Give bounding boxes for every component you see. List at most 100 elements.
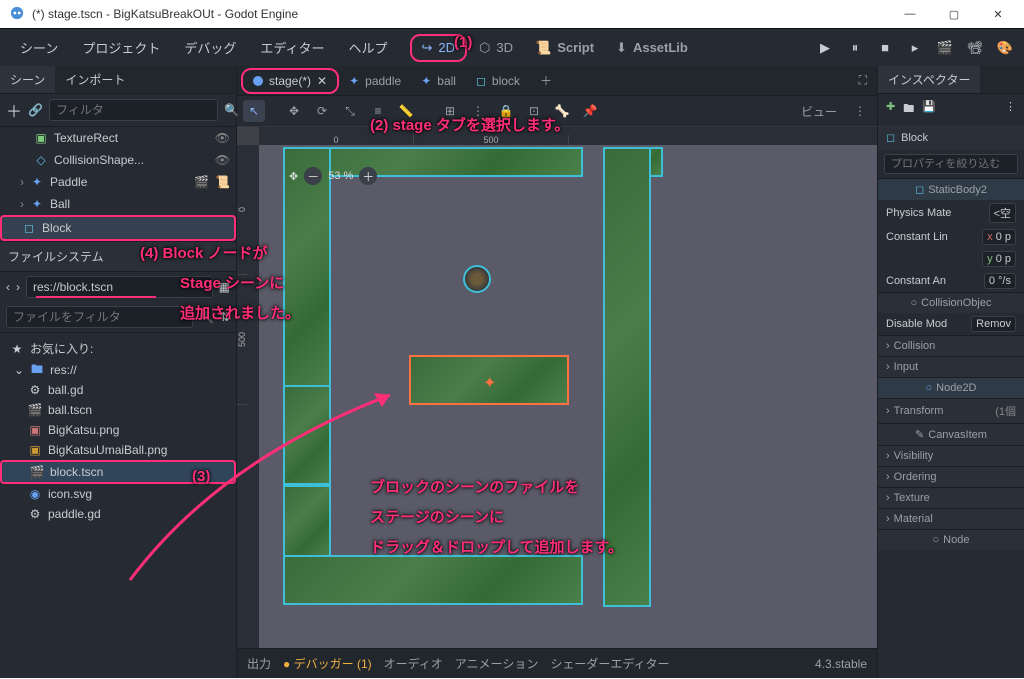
- fs-icon-svg[interactable]: ◉icon.svg: [0, 484, 236, 504]
- tab-inspector[interactable]: インスペクター: [878, 66, 980, 93]
- zoom-out-button[interactable]: －: [304, 167, 322, 185]
- instance-icon[interactable]: 🎬: [194, 175, 209, 189]
- link-icon[interactable]: 🔗: [28, 103, 43, 117]
- scenetab-stage[interactable]: stage(*)✕: [241, 68, 339, 94]
- bottom-shader[interactable]: シェーダーエディター: [550, 655, 669, 672]
- group-ordering[interactable]: ›Ordering: [878, 466, 1024, 487]
- node-block[interactable]: ◻ Block: [0, 215, 236, 241]
- group-button[interactable]: ⊡: [523, 100, 545, 122]
- visibility-icon[interactable]: 👁: [215, 131, 230, 145]
- node-paddle[interactable]: › ✦ Paddle 🎬 📜: [0, 171, 236, 193]
- close-tab-icon[interactable]: ✕: [317, 74, 327, 88]
- 2d-icon: ↪: [422, 40, 433, 56]
- bottom-debugger[interactable]: ● デバッガー (1): [283, 655, 372, 672]
- center-view-icon[interactable]: ✥: [289, 170, 298, 183]
- fs-favorites[interactable]: ★お気に入り:: [0, 337, 236, 360]
- node-texturerect[interactable]: ▣ TextureRect 👁: [0, 127, 236, 149]
- fs-bigkatsu-png[interactable]: ▣BigKatsu.png: [0, 420, 236, 440]
- menu-debug[interactable]: デバッグ: [172, 34, 248, 61]
- fs-block-tscn[interactable]: 🎬block.tscn: [0, 460, 236, 484]
- script-icon[interactable]: 📜: [215, 175, 230, 189]
- nav-fwd-button[interactable]: ›: [16, 280, 20, 294]
- scenetab-ball[interactable]: ✦ball: [411, 70, 466, 92]
- remote-button[interactable]: ▸: [904, 37, 926, 59]
- menu-help[interactable]: ヘルプ: [336, 34, 399, 61]
- staticbody-icon: ◻: [476, 74, 486, 88]
- grid-view-icon[interactable]: ▦: [219, 280, 230, 294]
- close-button[interactable]: ✕: [976, 0, 1020, 28]
- workspace-script[interactable]: 📜 Script: [525, 36, 604, 60]
- save-icon[interactable]: 💾: [922, 100, 936, 119]
- pin-button[interactable]: 📌: [579, 100, 601, 122]
- filesystem-path-input[interactable]: [26, 276, 213, 298]
- filesystem-filter-input[interactable]: [6, 306, 193, 328]
- inspector-filter-input[interactable]: [884, 154, 1018, 174]
- workspace-2d[interactable]: ↪ 2D: [410, 34, 468, 62]
- rotate-tool[interactable]: ⟳: [311, 100, 333, 122]
- select-tool[interactable]: ↖: [243, 100, 265, 122]
- workspace-assetlib[interactable]: ⬇ AssetLib: [606, 36, 698, 60]
- tab-import[interactable]: インポート: [55, 66, 135, 93]
- node-collisionshape[interactable]: ◇ CollisionShape... 👁: [0, 149, 236, 171]
- group-visibility[interactable]: ›Visibility: [878, 445, 1024, 466]
- move-tool[interactable]: ✥: [283, 100, 305, 122]
- chevron-right-icon: ›: [20, 197, 24, 211]
- distraction-free-button[interactable]: ⛶: [849, 69, 877, 92]
- new-tab-button[interactable]: ＋: [530, 68, 562, 93]
- group-material[interactable]: ›Material: [878, 508, 1024, 529]
- menu-editor[interactable]: エディター: [248, 34, 336, 61]
- movie-button[interactable]: 📽: [964, 37, 986, 59]
- group-input[interactable]: ›Input: [878, 356, 1024, 377]
- version-label: 4.3.stable: [815, 657, 867, 671]
- bottom-output[interactable]: 出力: [247, 655, 271, 672]
- nav-back-button[interactable]: ‹: [6, 280, 10, 294]
- lock-button[interactable]: 🔒: [495, 100, 517, 122]
- bone-button[interactable]: 🦴: [551, 100, 573, 122]
- extra-icon[interactable]: ⋮: [1005, 100, 1016, 119]
- visibility-icon[interactable]: 👁: [215, 153, 230, 167]
- fs-ball-gd[interactable]: ⚙ball.gd: [0, 380, 236, 400]
- tab-scene[interactable]: シーン: [0, 66, 55, 93]
- group-texture[interactable]: ›Texture: [878, 487, 1024, 508]
- menu-scene[interactable]: シーン: [8, 34, 70, 61]
- scene-tree: ▣ TextureRect 👁 ◇ CollisionShape... 👁 › …: [0, 127, 236, 241]
- scenetab-block[interactable]: ◻block: [466, 70, 530, 92]
- maximize-button[interactable]: ▢: [932, 0, 976, 28]
- add-node-button[interactable]: ＋: [6, 98, 22, 122]
- menu-project[interactable]: プロジェクト: [70, 34, 172, 61]
- ball-preview: [463, 265, 491, 293]
- pivot-icon: ✦: [483, 373, 496, 393]
- sort-icon[interactable]: ⇅: [220, 310, 230, 324]
- bottom-anim[interactable]: アニメーション: [455, 655, 539, 672]
- zoom-in-button[interactable]: ＋: [359, 167, 377, 185]
- fs-paddle-gd[interactable]: ⚙paddle.gd: [0, 504, 236, 524]
- viewport-2d[interactable]: 0 500 0 500: [237, 127, 877, 648]
- fs-bigkatsuumai-png[interactable]: ▣BigKatsuUmaiBall.png: [0, 440, 236, 460]
- group-transform[interactable]: ›Transform(1個: [878, 398, 1024, 423]
- group-collision[interactable]: ›Collision: [878, 335, 1024, 356]
- fs-root[interactable]: ⌄🖿res://: [0, 360, 236, 380]
- scene-filter-input[interactable]: [49, 99, 218, 121]
- open-icon[interactable]: 🖿: [903, 100, 914, 119]
- view-dots[interactable]: ⋮: [849, 100, 871, 122]
- stop-button[interactable]: ■: [874, 37, 896, 59]
- workspace-3d[interactable]: ⬡ 3D: [469, 36, 523, 60]
- list-tool[interactable]: ≡: [367, 100, 389, 122]
- new-resource-icon[interactable]: ✚: [886, 100, 895, 119]
- scale-tool[interactable]: ⤡: [339, 100, 361, 122]
- snap-toggle[interactable]: ⊞: [439, 100, 461, 122]
- fs-ball-tscn[interactable]: 🎬ball.tscn: [0, 400, 236, 420]
- bottom-audio[interactable]: オーディオ: [384, 655, 443, 672]
- view-menu[interactable]: ビュー: [795, 100, 843, 122]
- node-ball[interactable]: › ✦ Ball: [0, 193, 236, 215]
- scenetab-paddle[interactable]: ✦paddle: [339, 70, 411, 92]
- play-button[interactable]: ▶: [814, 37, 836, 59]
- minimize-button[interactable]: —: [888, 0, 932, 28]
- filesystem-list: ★お気に入り: ⌄🖿res:// ⚙ball.gd 🎬ball.tscn ▣Bi…: [0, 333, 236, 528]
- canvas[interactable]: ✦ ✥ － 53 % ＋: [259, 145, 877, 648]
- ruler-tool[interactable]: 📏: [395, 100, 417, 122]
- snap-options[interactable]: ⋮: [467, 100, 489, 122]
- render-button[interactable]: 🎨: [994, 37, 1016, 59]
- pause-button[interactable]: ⏸: [844, 37, 866, 59]
- play-scene-button[interactable]: 🎬: [934, 37, 956, 59]
